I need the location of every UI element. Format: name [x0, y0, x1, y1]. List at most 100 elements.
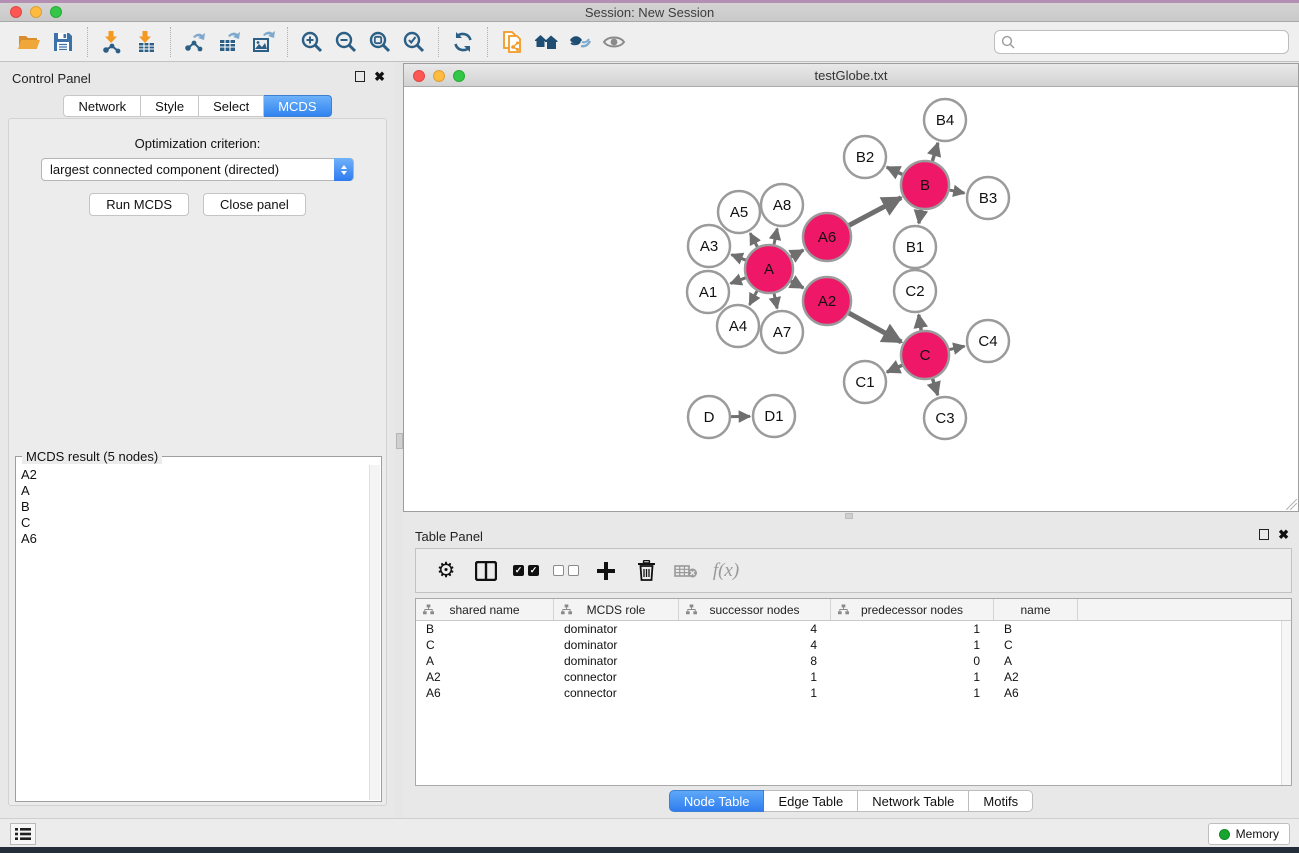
- panel-divider-grip[interactable]: [396, 433, 403, 449]
- tab-motifs[interactable]: Motifs: [969, 790, 1033, 812]
- export-table-button[interactable]: [212, 26, 246, 58]
- graph-edge-A-A5[interactable]: [750, 233, 757, 247]
- graph-edge-B-B1[interactable]: [919, 210, 921, 224]
- table-row[interactable]: A2connector11A2: [416, 669, 1291, 685]
- graph-edge-B-B3[interactable]: [949, 190, 964, 193]
- show-all-button[interactable]: [597, 26, 631, 58]
- float-table-panel-icon[interactable]: [1259, 529, 1269, 540]
- split-view-button[interactable]: [466, 553, 506, 589]
- graph-node-C2[interactable]: C2: [894, 270, 936, 312]
- column-header-name[interactable]: name: [994, 599, 1078, 620]
- home-first-neighbors-button[interactable]: [529, 26, 563, 58]
- clone-network-button[interactable]: [495, 26, 529, 58]
- table-row[interactable]: Adominator80A: [416, 653, 1291, 669]
- graph-node-A1[interactable]: A1: [687, 271, 729, 313]
- graph-node-A8[interactable]: A8: [761, 184, 803, 226]
- memory-button[interactable]: Memory: [1208, 823, 1290, 845]
- tab-edge-table[interactable]: Edge Table: [764, 790, 858, 812]
- graph-edge-A-A8[interactable]: [774, 229, 777, 245]
- mcds-result-item[interactable]: C: [21, 515, 369, 531]
- column-header-successor-nodes[interactable]: successor nodes: [679, 599, 831, 620]
- tab-network-table[interactable]: Network Table: [858, 790, 969, 812]
- tab-node-table[interactable]: Node Table: [669, 790, 765, 812]
- graph-node-D1[interactable]: D1: [753, 395, 795, 437]
- tab-network[interactable]: Network: [63, 95, 141, 117]
- graph-node-A3[interactable]: A3: [688, 225, 730, 267]
- graph-edge-A-A1[interactable]: [730, 278, 745, 284]
- graph-node-B4[interactable]: B4: [924, 99, 966, 141]
- graph-node-A2[interactable]: A2: [803, 277, 851, 325]
- table-row[interactable]: Cdominator41C: [416, 637, 1291, 653]
- graph-edge-A-A7[interactable]: [774, 293, 777, 308]
- column-header-predecessor-nodes[interactable]: predecessor nodes: [831, 599, 994, 620]
- graph-node-A4[interactable]: A4: [717, 305, 759, 347]
- graph-node-A5[interactable]: A5: [718, 191, 760, 233]
- zoom-in-button[interactable]: [295, 26, 329, 58]
- graph-edge-A-A2[interactable]: [791, 281, 803, 288]
- deselect-all-button[interactable]: [546, 553, 586, 589]
- tab-mcds[interactable]: MCDS: [264, 95, 331, 117]
- graph-edge-A-A3[interactable]: [731, 255, 745, 260]
- graph-edge-C-C1[interactable]: [887, 365, 902, 372]
- graph-node-C1[interactable]: C1: [844, 361, 886, 403]
- add-column-button[interactable]: [586, 553, 626, 589]
- graph-node-C4[interactable]: C4: [967, 320, 1009, 362]
- save-session-button[interactable]: [46, 26, 80, 58]
- column-header-mcds-role[interactable]: MCDS role: [554, 599, 679, 620]
- close-table-panel-icon[interactable]: ✖: [1278, 529, 1289, 540]
- mcds-result-scrollbar[interactable]: [369, 465, 380, 800]
- graph-node-B[interactable]: B: [901, 161, 949, 209]
- search-input[interactable]: [994, 30, 1289, 54]
- mcds-result-item[interactable]: B: [21, 499, 369, 515]
- zoom-selected-button[interactable]: [397, 26, 431, 58]
- graph-edge-A2-C[interactable]: [849, 313, 901, 342]
- refresh-button[interactable]: [446, 26, 480, 58]
- graph-node-B3[interactable]: B3: [967, 177, 1009, 219]
- zoom-out-button[interactable]: [329, 26, 363, 58]
- export-network-button[interactable]: [178, 26, 212, 58]
- open-file-button[interactable]: [12, 26, 46, 58]
- graph-edge-C-C4[interactable]: [949, 346, 964, 349]
- graph-edge-C-C3[interactable]: [933, 379, 938, 395]
- graph-node-A6[interactable]: A6: [803, 213, 851, 261]
- mcds-result-list[interactable]: A2ABCA6: [17, 465, 369, 800]
- graph-edge-B-B4[interactable]: [932, 143, 938, 161]
- float-panel-icon[interactable]: [355, 71, 365, 82]
- horizontal-divider-grip[interactable]: [845, 513, 853, 519]
- table-row[interactable]: A6connector11A6: [416, 685, 1291, 701]
- graph-node-A7[interactable]: A7: [761, 311, 803, 353]
- graph-edge-B-B2[interactable]: [887, 167, 903, 174]
- graph-node-B2[interactable]: B2: [844, 136, 886, 178]
- window-resize-grip[interactable]: [1286, 499, 1297, 510]
- graph-node-B1[interactable]: B1: [894, 226, 936, 268]
- network-graph[interactable]: B4B2BB3A5A8A6B1A3AA1C2A2A4A7C4CC1C3DD1: [404, 87, 1298, 511]
- table-row[interactable]: Bdominator41B: [416, 621, 1291, 637]
- graph-node-A[interactable]: A: [745, 245, 793, 293]
- graph-edge-C-C2[interactable]: [919, 315, 921, 331]
- close-panel-icon[interactable]: ✖: [374, 71, 385, 82]
- import-network-button[interactable]: [95, 26, 129, 58]
- table-scrollbar[interactable]: [1281, 621, 1291, 785]
- mcds-result-item[interactable]: A6: [21, 531, 369, 547]
- tab-style[interactable]: Style: [141, 95, 199, 117]
- delete-column-button[interactable]: [626, 553, 666, 589]
- graph-edge-A-A6[interactable]: [791, 250, 803, 257]
- graph-edge-A-A4[interactable]: [749, 291, 757, 305]
- mcds-result-item[interactable]: A2: [21, 467, 369, 483]
- import-table-button[interactable]: [129, 26, 163, 58]
- tab-select[interactable]: Select: [199, 95, 264, 117]
- show-log-button[interactable]: [10, 823, 36, 845]
- column-header-shared-name[interactable]: shared name: [416, 599, 554, 620]
- optimization-criterion-select[interactable]: largest connected component (directed): [41, 158, 354, 181]
- graph-edge-A6-B[interactable]: [849, 198, 901, 226]
- table-settings-button[interactable]: ⚙: [426, 553, 466, 589]
- hide-selected-button[interactable]: [563, 26, 597, 58]
- mcds-result-item[interactable]: A: [21, 483, 369, 499]
- export-image-button[interactable]: [246, 26, 280, 58]
- network-window-titlebar[interactable]: testGlobe.txt: [404, 64, 1298, 87]
- graph-node-D[interactable]: D: [688, 396, 730, 438]
- run-mcds-button[interactable]: Run MCDS: [89, 193, 189, 216]
- network-canvas[interactable]: B4B2BB3A5A8A6B1A3AA1C2A2A4A7C4CC1C3DD1: [404, 87, 1298, 511]
- select-all-button[interactable]: ✓✓: [506, 553, 546, 589]
- zoom-fit-button[interactable]: [363, 26, 397, 58]
